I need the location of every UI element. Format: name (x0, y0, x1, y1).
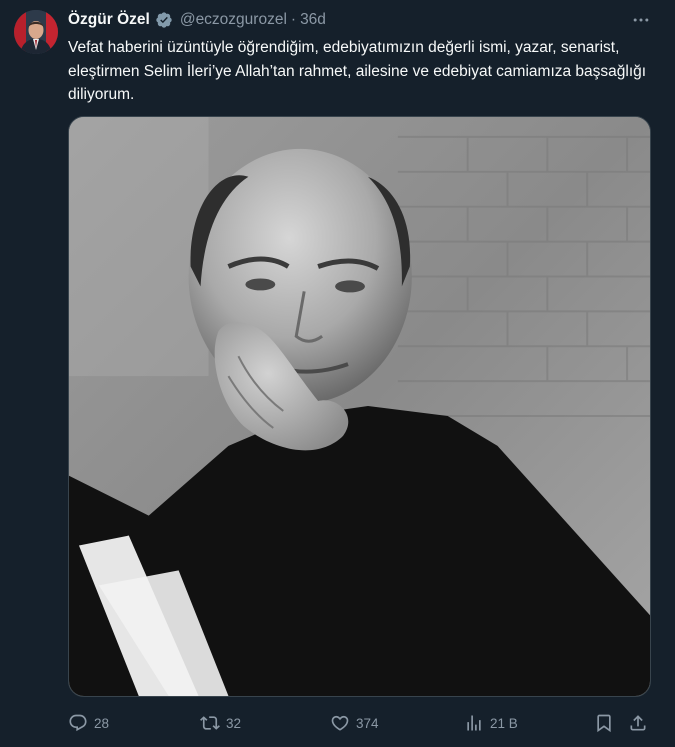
action-bar: 28 32 374 21 B (68, 710, 651, 736)
more-horizontal-icon (633, 18, 649, 22)
heart-icon (331, 715, 349, 731)
reply-button[interactable]: 28 (68, 710, 109, 736)
like-button[interactable]: 374 (330, 710, 379, 736)
like-count: 374 (356, 715, 379, 731)
portrait-photo (69, 117, 650, 696)
retweet-icon (200, 716, 220, 730)
retweet-count: 32 (226, 715, 242, 731)
reply-icon (69, 714, 87, 732)
bookmark-button[interactable] (594, 710, 614, 736)
bookmark-icon (597, 714, 611, 733)
views-chart-icon (467, 715, 481, 731)
tweet-header: Özgür Özel @eczozgurozel · 36d (68, 10, 326, 30)
display-name[interactable]: Özgür Özel (68, 10, 150, 30)
reply-count: 28 (94, 715, 110, 731)
avatar-image (14, 10, 58, 54)
share-icon (630, 715, 646, 731)
more-button[interactable] (628, 8, 654, 32)
share-button[interactable] (628, 710, 648, 736)
avatar[interactable] (14, 10, 58, 54)
handle[interactable]: @eczozgurozel (180, 10, 287, 30)
views-count: 21 B (490, 715, 518, 731)
retweet-button[interactable]: 32 (200, 710, 241, 736)
views-button[interactable]: 21 B (464, 710, 518, 736)
tweet-text: Vefat haberini üzüntüyle öğrendiğim, ede… (68, 39, 647, 103)
tweet: Özgür Özel @eczozgurozel · 36d Vefat hab… (0, 0, 675, 747)
tweet-photo[interactable] (68, 116, 651, 697)
verified-badge-icon (155, 11, 173, 29)
separator-dot: · (290, 11, 297, 28)
timestamp[interactable]: 36d (300, 10, 326, 30)
